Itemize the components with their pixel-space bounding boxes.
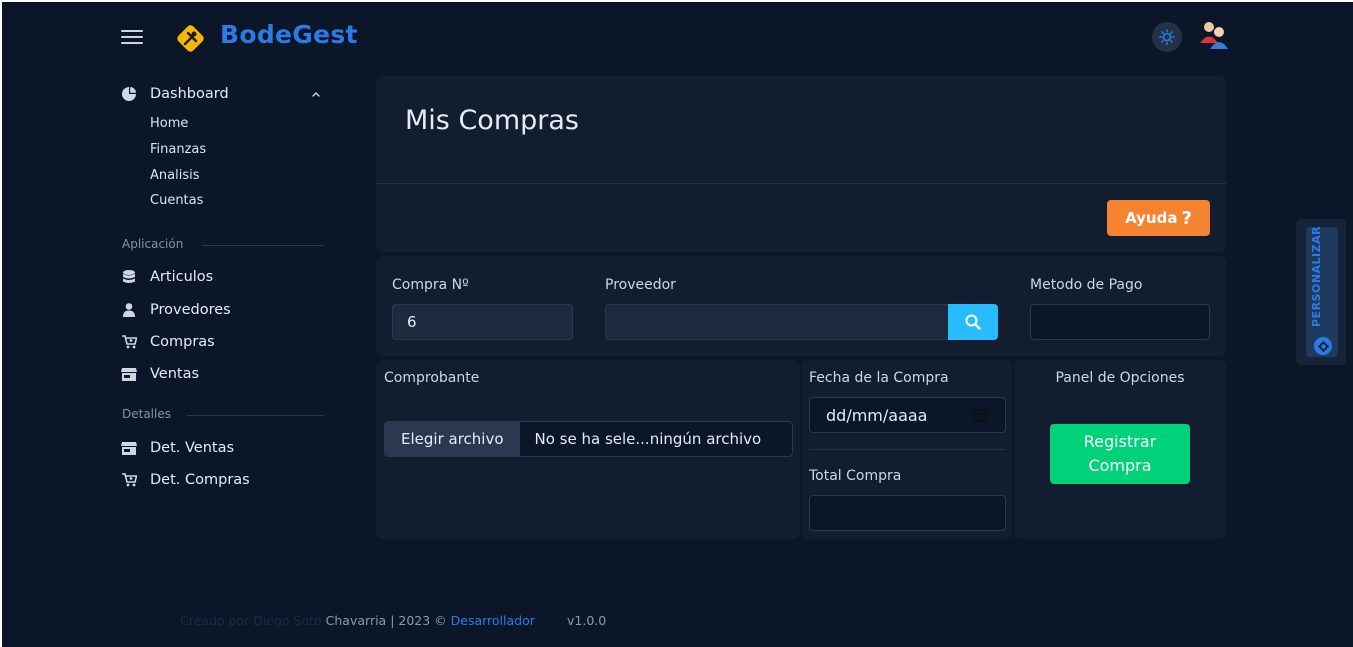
store-icon	[121, 440, 137, 456]
sidebar-subitem-home[interactable]: Home	[150, 116, 188, 131]
file-input[interactable]: Elegir archivo No se ha sele...ningún ar…	[384, 421, 793, 457]
sidebar-item-label: Ventas	[150, 366, 200, 382]
sidebar-subitem-finanzas[interactable]: Finanzas	[150, 142, 206, 157]
personalize-inner: PERSONALIZAR	[1306, 225, 1338, 357]
theme-toggle-button[interactable]	[1152, 22, 1182, 52]
section-label-detalles: Detalles	[122, 407, 171, 421]
sidebar-item-dashboard[interactable]: Dashboard	[121, 86, 229, 102]
menu-toggle-icon[interactable]	[121, 30, 143, 46]
comprobante-card: Comprobante Elegir archivo No se ha sele…	[376, 360, 800, 539]
sidebar-item-label: Dashboard	[150, 86, 229, 102]
page-title: Mis Compras	[405, 105, 579, 136]
user-avatar[interactable]	[1197, 18, 1231, 52]
sidebar-item-articulos[interactable]: Articulos	[121, 269, 213, 285]
sidebar-item-label: Compras	[150, 334, 215, 350]
help-button[interactable]: Ayuda ?	[1107, 200, 1210, 236]
section-divider	[202, 245, 324, 246]
search-icon	[965, 314, 981, 330]
cart-plus-icon	[121, 334, 137, 350]
total-field[interactable]	[809, 495, 1006, 531]
comprobante-label: Comprobante	[384, 370, 480, 386]
help-button-label: Ayuda	[1125, 209, 1178, 227]
sidebar-item-label: Articulos	[150, 269, 214, 285]
database-icon	[121, 269, 137, 285]
app-logo-text[interactable]: BodeGest	[220, 20, 358, 49]
footer-credits: Creado por Diego Soto Chavarria | 2023 ©…	[180, 613, 535, 628]
sidebar-item-det-compras[interactable]: Det. Compras	[121, 472, 250, 488]
store-icon	[121, 366, 137, 382]
pie-chart-icon	[121, 86, 137, 102]
compra-no-label: Compra Nº	[392, 277, 469, 293]
sidebar-subitem-cuentas[interactable]: Cuentas	[150, 193, 203, 208]
section-label-aplicacion: Aplicación	[122, 237, 184, 251]
options-card: Panel de Opciones Registrar Compra	[1014, 360, 1226, 539]
personalize-label: PERSONALIZAR	[1310, 225, 1323, 327]
fecha-date-input[interactable]: dd/mm/aaaa	[809, 397, 1006, 433]
top-navbar: BodeGest	[0, 0, 1353, 76]
sun-icon	[1159, 29, 1175, 45]
header-divider	[376, 183, 1226, 184]
gear-icon	[1314, 337, 1332, 355]
register-line-2: Compra	[1088, 456, 1152, 475]
sidebar-item-label: Det. Compras	[150, 472, 250, 488]
footer-faded-text: Creado por Diego Soto	[180, 613, 326, 628]
proveedor-search-button[interactable]	[948, 304, 998, 340]
sidebar-item-provedores[interactable]: Provedores	[121, 302, 231, 318]
compra-no-field[interactable]: 6	[392, 304, 573, 340]
date-total-card: Fecha de la Compra dd/mm/aaaa Total Comp…	[802, 360, 1012, 539]
cart-plus-icon	[121, 472, 137, 488]
personalize-tab[interactable]: PERSONALIZAR	[1296, 219, 1346, 365]
fecha-placeholder: dd/mm/aaaa	[826, 405, 928, 425]
sidebar-item-label: Det. Ventas	[150, 440, 235, 456]
purchase-info-card: Compra Nº 6 Proveedor Metodo de Pago	[376, 256, 1226, 356]
proveedor-label: Proveedor	[605, 277, 676, 293]
sidebar-item-det-ventas[interactable]: Det. Ventas	[121, 440, 234, 456]
choose-file-button[interactable]: Elegir archivo	[385, 422, 520, 456]
sidebar-item-label: Provedores	[150, 302, 231, 318]
user-icon	[121, 302, 137, 318]
register-line-1: Registrar	[1083, 432, 1157, 451]
app-version: v1.0.0	[567, 613, 607, 628]
calendar-icon[interactable]	[973, 408, 987, 422]
proveedor-field[interactable]	[605, 304, 949, 340]
options-title: Panel de Opciones	[1055, 370, 1185, 386]
section-divider	[187, 415, 324, 416]
sidebar-item-ventas[interactable]: Ventas	[121, 366, 199, 382]
fecha-label: Fecha de la Compra	[809, 370, 949, 386]
footer-text: Chavarria | 2023 ©	[325, 613, 451, 628]
logo-icon	[177, 25, 204, 52]
register-purchase-button[interactable]: Registrar Compra	[1050, 424, 1190, 484]
file-name-text: No se ha sele...ningún archivo	[534, 430, 762, 448]
question-icon: ?	[1181, 207, 1192, 229]
metodo-pago-label: Metodo de Pago	[1030, 277, 1143, 293]
metodo-pago-field[interactable]	[1030, 304, 1210, 340]
total-label: Total Compra	[809, 468, 902, 484]
field-divider	[809, 449, 1006, 450]
sidebar-item-compras[interactable]: Compras	[121, 334, 215, 350]
chevron-up-icon[interactable]	[311, 89, 321, 99]
sidebar-subitem-analisis[interactable]: Analisis	[150, 168, 199, 183]
page-header-card: Mis Compras Ayuda ?	[376, 76, 1226, 252]
developer-link[interactable]: Desarrollador	[451, 613, 535, 628]
